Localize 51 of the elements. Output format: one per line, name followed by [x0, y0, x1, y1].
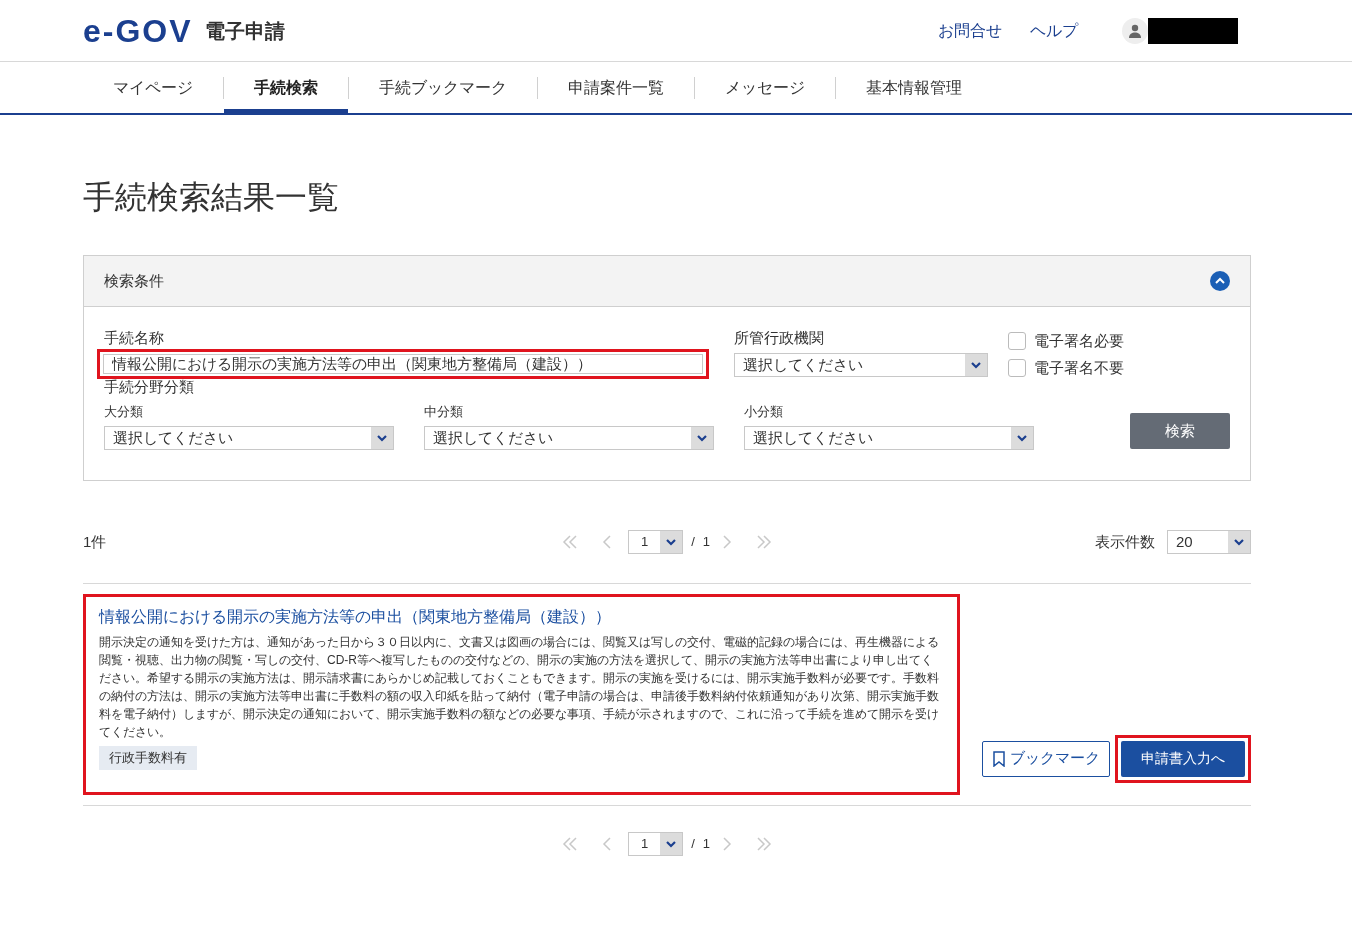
chevron-down-icon [1233, 536, 1245, 548]
result-title-link[interactable]: 情報公開における開示の実施方法等の申出（関東地方整備局（建設）） [99, 605, 944, 629]
bookmark-button[interactable]: ブックマーク [982, 740, 1110, 777]
fee-tag: 行政手数料有 [99, 746, 197, 770]
chevron-down-icon [970, 359, 982, 371]
bookmark-icon [992, 750, 1006, 767]
field-label: 大分類 [104, 403, 144, 421]
field-label: 中分類 [424, 403, 464, 421]
panel-title: 検索条件 [104, 270, 164, 291]
select-dropdown[interactable]: 選択してください [104, 426, 394, 450]
nav-tab[interactable]: メッセージ [695, 62, 835, 113]
select-dropdown[interactable]: 選択してください [744, 426, 1034, 450]
nav-tab[interactable]: 申請案件一覧 [538, 62, 694, 113]
chevron-down-icon [696, 432, 708, 444]
search-button[interactable]: 検索 [1130, 413, 1230, 449]
chevron-down-icon [1016, 432, 1028, 444]
checkbox[interactable] [1008, 358, 1026, 377]
nav-tab[interactable]: 手続ブックマーク [349, 62, 537, 113]
apply-button[interactable]: 申請書入力へ [1121, 740, 1245, 777]
logo[interactable]: e-GOV [83, 6, 193, 55]
page-separator: / [691, 533, 695, 552]
nav-tab[interactable]: 基本情報管理 [836, 62, 992, 113]
page-size-label: 表示件数 [1095, 531, 1155, 552]
header-link[interactable]: お問合せ [938, 18, 1002, 43]
field-label: 手続名称 [104, 328, 165, 348]
page-total: 1 [702, 533, 711, 552]
checkbox-label: 電子署名不要 [1034, 357, 1124, 378]
page-size-select[interactable]: 20 [1167, 530, 1251, 554]
page-select[interactable]: 1 [627, 831, 684, 856]
chevron-down-icon [665, 536, 678, 548]
field-label: 所管行政機関 [734, 328, 825, 348]
procedure-name-field[interactable]: 情報公開における開示の実施方法等の申出（関東地方整備局（建設）） [97, 349, 709, 379]
field-label: 小分類 [744, 403, 784, 421]
header-link[interactable]: ヘルプ [1030, 18, 1078, 43]
checkbox-label: 電子署名必要 [1034, 331, 1124, 351]
select-dropdown[interactable]: 選択してください [424, 426, 714, 450]
result-count: 1件 [83, 531, 108, 552]
user-avatar-icon[interactable] [1122, 17, 1148, 44]
nav-tab[interactable]: 手続検索 [224, 62, 348, 113]
collapse-icon[interactable] [1210, 271, 1230, 291]
service-name: 電子申請 [204, 18, 285, 44]
page-separator: / [691, 834, 695, 853]
page-total: 1 [702, 834, 711, 853]
nav-tab[interactable]: マイページ [83, 62, 223, 113]
select-dropdown[interactable]: 選択してください [734, 353, 988, 377]
checkbox[interactable] [1008, 332, 1026, 351]
result-description: 開示決定の通知を受けた方は、通知があった日から３０日以内に、文書又は図画の場合には、閲覧又は写しの交付、電磁的記録の場合には、再生機器による閲覧・視聴、出力物の閲覧・写しの交付、CD-R等へ複写したものの交付などの、開示の実施の方法を選択して、開示の実施方法等申出書により申し出てください。希望する開示の実施方法は、開示請求書にあらかじめ記載しておくこともできます。開示の実施を受けるには、開示実施手数料が必要です。手数料の納付の方法は、開示の実施方法等申出書に手数料の額の収入印紙を貼って納付（電子申請の場合は、申請後手数料納付依頼通知があり次第、開示実施手数料を電子納付）しますが、開示決定の通知において、開示実施手数料の額などの必要な事項、手続が示されますので、これに沿って手続を進めて開示を受けてください。 [99, 634, 940, 741]
page-select[interactable]: 1 [627, 530, 684, 554]
page-title: 手続検索結果一覧 [83, 178, 340, 217]
chevron-down-icon [376, 432, 388, 444]
field-label: 手続分野分類 [104, 377, 195, 397]
